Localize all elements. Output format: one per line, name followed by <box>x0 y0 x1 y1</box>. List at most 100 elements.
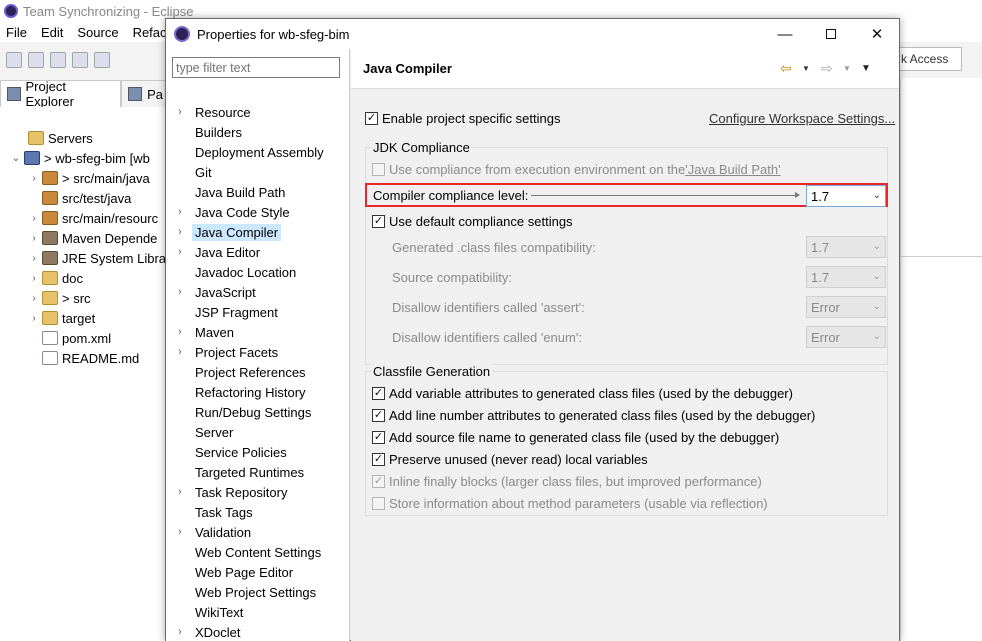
tree-item[interactable]: › > src <box>28 288 90 308</box>
classfile-option-checkbox[interactable]: ✓ Add variable attributes to generated cl… <box>372 386 793 401</box>
nav-item[interactable]: Git <box>178 162 215 182</box>
chevron-down-icon[interactable]: ⌄ <box>10 153 22 164</box>
nav-item[interactable]: Deployment Assembly <box>178 142 327 162</box>
close-button[interactable]: ✕ <box>854 19 900 49</box>
chevron-right-icon[interactable]: › <box>178 326 192 338</box>
save-all-icon[interactable] <box>50 52 66 68</box>
nav-item[interactable]: Web Project Settings <box>178 582 319 602</box>
nav-item[interactable]: › Java Editor <box>178 242 263 262</box>
tree-item-project[interactable]: ⌄ > wb-sfeg-bim [wb <box>10 148 150 168</box>
menu-edit[interactable]: Edit <box>41 25 63 40</box>
quick-access-input[interactable]: k Access <box>896 47 962 71</box>
nav-item[interactable]: Web Content Settings <box>178 542 324 562</box>
nav-item[interactable]: › Java Compiler <box>178 222 282 242</box>
page-title: Java Compiler <box>363 61 452 76</box>
use-default-compliance-checkbox[interactable]: ✓ Use default compliance settings <box>372 214 573 229</box>
back-dropdown-icon[interactable]: ▼ <box>802 59 810 77</box>
checkbox-box[interactable]: ✓ <box>372 409 385 422</box>
tree-item[interactable]: › doc <box>28 268 83 288</box>
nav-item[interactable]: Builders <box>178 122 245 142</box>
nav-item[interactable]: Project References <box>178 362 309 382</box>
print-icon[interactable] <box>72 52 88 68</box>
checkbox-box[interactable]: ✓ <box>365 112 378 125</box>
nav-item[interactable]: › Maven <box>178 322 237 342</box>
properties-page: Java Compiler ⇦ ▼ ⇨ ▼ ▼ ✓ Enable project… <box>351 49 899 641</box>
classfile-option-checkbox[interactable]: ✓ Preserve unused (never read) local vari… <box>372 452 648 467</box>
chevron-right-icon[interactable]: › <box>178 346 192 358</box>
filter-input[interactable] <box>172 57 340 78</box>
back-arrow-icon[interactable]: ⇦ <box>780 59 792 77</box>
tab-project-explorer[interactable]: Project Explorer <box>0 79 122 109</box>
nav-item[interactable]: Task Tags <box>178 502 256 522</box>
nav-item[interactable]: › Validation <box>178 522 254 542</box>
classfile-option-checkbox[interactable]: ✓ Add line number attributes to generated… <box>372 408 815 423</box>
tree-item[interactable]: README.md <box>40 348 139 368</box>
forward-arrow-icon[interactable]: ⇨ <box>821 59 833 77</box>
tree-item[interactable]: › src/main/resourc <box>28 208 158 228</box>
chevron-right-icon[interactable]: › <box>178 526 192 538</box>
nav-item[interactable]: Targeted Runtimes <box>178 462 307 482</box>
chevron-right-icon[interactable]: › <box>28 253 40 264</box>
new-icon[interactable] <box>6 52 22 68</box>
tree-item[interactable]: › Maven Depende <box>28 228 157 248</box>
enable-project-specific-checkbox[interactable]: ✓ Enable project specific settings <box>365 111 560 126</box>
nav-item[interactable]: › JavaScript <box>178 282 259 302</box>
nav-item[interactable]: Run/Debug Settings <box>178 402 314 422</box>
compliance-level-select[interactable]: 1.7 ⌄ <box>806 185 886 207</box>
tree-item[interactable]: › > src/main/java <box>28 168 149 188</box>
nav-item[interactable]: › Resource <box>178 102 254 122</box>
maximize-button[interactable] <box>808 19 854 49</box>
nav-item[interactable]: Server <box>178 422 236 442</box>
view-menu-icon[interactable]: ▼ <box>861 59 871 77</box>
tree-item[interactable]: › target <box>28 308 95 328</box>
classfile-option-checkbox[interactable]: ✓ Add source file name to generated class… <box>372 430 779 445</box>
chevron-right-icon[interactable]: › <box>28 313 40 324</box>
tab-package-explorer[interactable]: Pa <box>121 80 170 107</box>
binary-icon[interactable] <box>94 52 110 68</box>
nav-item[interactable]: › Task Repository <box>178 482 290 502</box>
chevron-right-icon[interactable]: › <box>28 293 40 304</box>
nav-item-label: Deployment Assembly <box>195 144 324 160</box>
checkbox-box[interactable]: ✓ <box>372 215 385 228</box>
tree-item[interactable]: pom.xml <box>40 328 111 348</box>
chevron-right-icon[interactable]: › <box>178 226 192 238</box>
tree-item[interactable]: › JRE System Libra <box>28 248 166 268</box>
nav-item[interactable]: › XDoclet <box>178 622 244 641</box>
nav-item[interactable]: Java Build Path <box>178 182 288 202</box>
checkbox-box[interactable]: ✓ <box>372 453 385 466</box>
chevron-right-icon[interactable]: › <box>28 213 40 224</box>
menu-file[interactable]: File <box>6 25 27 40</box>
nav-item[interactable]: WikiText <box>178 602 246 622</box>
menu-source[interactable]: Source <box>77 25 118 40</box>
save-icon[interactable] <box>28 52 44 68</box>
folder-icon <box>28 131 44 145</box>
checkbox-box[interactable]: ✓ <box>372 387 385 400</box>
checkbox-box[interactable]: ✓ <box>372 431 385 444</box>
tree-item[interactable]: src/test/java <box>40 188 131 208</box>
tab-label: Pa <box>147 86 163 102</box>
chevron-right-icon[interactable]: › <box>178 106 192 118</box>
nav-item[interactable]: Refactoring History <box>178 382 309 402</box>
nav-item[interactable]: Service Policies <box>178 442 290 462</box>
nav-item[interactable]: › Java Code Style <box>178 202 293 222</box>
java-build-path-link[interactable]: 'Java Build Path' <box>685 162 780 177</box>
nav-item[interactable]: Javadoc Location <box>178 262 299 282</box>
chevron-right-icon[interactable]: › <box>178 486 192 498</box>
checkbox-label: Use compliance from execution environmen… <box>389 162 686 177</box>
chevron-right-icon[interactable]: › <box>28 233 40 244</box>
tree-item[interactable]: Servers <box>26 128 93 148</box>
chevron-right-icon[interactable]: › <box>28 173 40 184</box>
minimize-button[interactable]: — <box>762 19 808 49</box>
chevron-right-icon[interactable]: › <box>178 246 192 258</box>
chevron-right-icon[interactable]: › <box>28 273 40 284</box>
nav-item[interactable]: JSP Fragment <box>178 302 281 322</box>
forward-dropdown-icon[interactable]: ▼ <box>843 59 851 77</box>
nav-item[interactable]: Web Page Editor <box>178 562 296 582</box>
nav-item-label: Java Build Path <box>195 184 286 200</box>
chevron-right-icon[interactable]: › <box>178 206 192 218</box>
nav-item[interactable]: › Project Facets <box>178 342 281 362</box>
chevron-right-icon[interactable]: › <box>178 626 192 638</box>
configure-workspace-link[interactable]: Configure Workspace Settings... <box>709 111 895 126</box>
chevron-right-icon[interactable]: › <box>178 286 192 298</box>
enum-identifier-label: Disallow identifiers called 'enum': <box>392 330 582 345</box>
